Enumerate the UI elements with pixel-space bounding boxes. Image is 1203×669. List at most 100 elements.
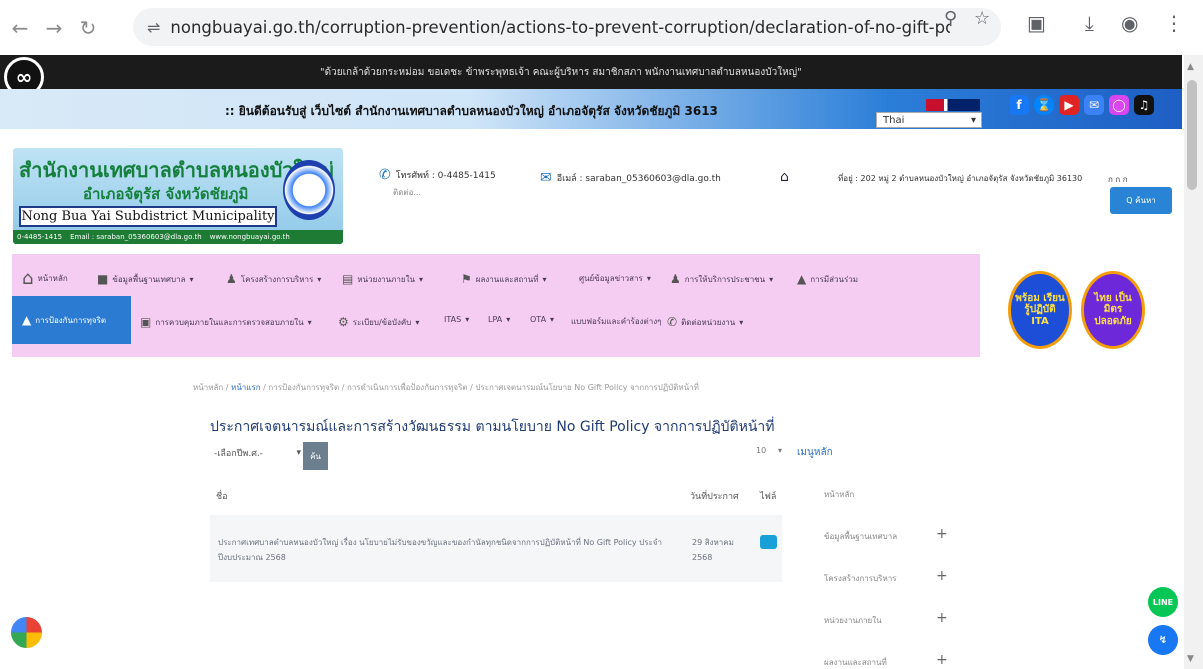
row-date: 29 สิงหาคม 2568 <box>692 538 734 563</box>
address-bar[interactable]: ⇌ nongbuayai.go.th/corruption-prevention… <box>133 8 1001 46</box>
welcome-marquee: :: ยินดีต้อนรับสู่ เว็บไซต์ สำนักงานเทศบ… <box>225 104 718 118</box>
expand-plus-icon[interactable]: + <box>936 652 948 668</box>
download-file-icon[interactable] <box>760 535 777 549</box>
menu-item-regulations[interactable]: ⚙ ระเบียบ/ข้อบังคับ ▾ <box>338 315 419 329</box>
phone-icon: ✆ <box>379 167 391 183</box>
envelope-icon: ✉ <box>540 170 552 186</box>
bookmark-star-icon[interactable]: ☆ <box>974 8 990 29</box>
language-select[interactable]: Thai ▾ <box>876 112 982 128</box>
home-icon[interactable]: ⌂ <box>780 169 789 185</box>
filter-button[interactable]: ค้น <box>303 442 328 470</box>
sidebar-item-basic-info[interactable]: ข้อมูลพื้นฐานเทศบาล <box>824 530 897 543</box>
row-name[interactable]: ประกาศเทศบาลตำบลหนองบัวใหญ่ เรื่อง นโยบา… <box>218 535 678 565</box>
menu-item-services[interactable]: ♟ การให้บริการประชาชน ▾ <box>670 272 773 286</box>
menu-item-info-center[interactable]: ศูนย์ข้อมูลข่าวสาร ▾ <box>579 272 651 285</box>
header-address: ที่อยู่ : 202 หมู่ 2 ตำบลหนองบัวใหญ่ อำเ… <box>838 174 1083 183</box>
breadcrumb-item[interactable]: หน้าแรก <box>231 383 261 392</box>
main-menu <box>12 254 980 357</box>
instagram-icon[interactable]: ◯ <box>1109 95 1129 115</box>
line-chat-icon[interactable]: LINE <box>1148 587 1178 617</box>
menu-item-home[interactable]: ⌂ หน้าหลัก <box>22 268 68 289</box>
expand-plus-icon[interactable]: + <box>936 526 948 542</box>
page-title: ประกาศเจตนารมณ์และการสร้างวัฒนธรรม ตามนโ… <box>210 419 775 435</box>
tiktok-icon[interactable]: ♫ <box>1134 95 1154 115</box>
menu-item-basic-info[interactable]: ■ ข้อมูลพื้นฐานเทศบาล ▾ <box>97 272 193 286</box>
chevron-down-icon: ▾ <box>189 274 194 284</box>
header-phone: ✆ โทรศัพท์ : 0-4485-1415 <box>379 167 496 183</box>
menu-item-internal-control[interactable]: ▣ การควบคุมภายในและการตรวจสอบภายใน ▾ <box>140 315 312 329</box>
ita-badge[interactable]: พร้อม เรียนรู้ปฏิบัติ ITA <box>1008 271 1072 349</box>
breadcrumb-item[interactable]: การป้องกันการทุจริต <box>268 383 339 392</box>
menu-item-works[interactable]: ⚑ ผลงานและสถานที่ ▾ <box>461 272 547 286</box>
header-email: ✉ อีเมล์ : saraban_05360603@dla.go.th <box>540 170 721 186</box>
person-icon: ▲ <box>22 313 32 327</box>
menu-item-ota[interactable]: OTA ▾ <box>530 315 554 324</box>
search-button[interactable]: Q ค้นหา <box>1110 187 1172 214</box>
facebook-icon[interactable]: f <box>1009 95 1029 115</box>
forward-icon[interactable]: → <box>40 14 68 42</box>
gear-icon: ⚙ <box>338 315 349 329</box>
menu-item-departments[interactable]: ▤ หน่วยงานภายใน ▾ <box>342 272 423 286</box>
header-home[interactable]: ⌂ <box>780 169 789 185</box>
reload-icon[interactable]: ↻ <box>74 14 102 42</box>
person-icon: ▲ <box>797 272 807 286</box>
year-filter-select[interactable]: -เลือกปีพ.ศ.- ▾ <box>210 442 305 464</box>
expand-plus-icon[interactable]: + <box>936 610 948 626</box>
back-icon[interactable]: ← <box>6 14 34 42</box>
scroll-up-icon[interactable]: ▲ <box>1187 62 1194 72</box>
safe-thailand-badge[interactable]: ไทย เป็นมิตร ปลอดภัย <box>1081 271 1145 349</box>
chevron-down-icon: ▾ <box>418 274 423 284</box>
zoom-icon[interactable]: ⚲ <box>944 8 957 29</box>
menu-item-structure[interactable]: ♟ โครงสร้างการบริหาร ▾ <box>226 272 321 286</box>
expand-plus-icon[interactable]: + <box>936 568 948 584</box>
phone-icon: ✆ <box>667 315 678 329</box>
sidebar-item-works[interactable]: ผลงานและสถานที่ <box>824 656 887 669</box>
messenger-social-icon[interactable]: ⌛ <box>1034 95 1054 115</box>
youtube-icon[interactable]: ▶ <box>1059 95 1079 115</box>
chevron-down-icon: ▾ <box>506 315 511 324</box>
mourning-text: "ด้วยเกล้าด้วยกระหม่อม ขอเดชะ ข้าพระพุทธ… <box>320 67 802 78</box>
logo-phone: 0-4485-1415 <box>17 233 63 241</box>
column-header-file: ไฟล์ <box>760 492 777 502</box>
language-flags-icon[interactable] <box>926 99 980 111</box>
menu-item-forms[interactable]: แบบฟอร์มและคำร้องต่างๆ <box>571 315 661 328</box>
users-icon: ♟ <box>670 272 681 286</box>
sidebar-item-home[interactable]: หน้าหลัก <box>824 488 854 501</box>
menu-item-itas[interactable]: ITAS ▾ <box>444 315 469 324</box>
municipality-logo-banner[interactable]: สำนักงานเทศบาลตำบลหนองบัวใหญ่ อำเภอจัตุร… <box>13 148 343 244</box>
chevron-down-icon: ▾ <box>296 448 301 458</box>
sidebar-title: เมนูหลัก <box>797 447 833 458</box>
menu-item-participation[interactable]: ▲ การมีส่วนร่วม <box>797 272 858 286</box>
document-icon: ▣ <box>140 315 152 329</box>
scroll-down-icon[interactable]: ▼ <box>1187 654 1194 664</box>
people-icon: ♟ <box>226 272 237 286</box>
url-text[interactable]: nongbuayai.go.th/corruption-prevention/a… <box>170 18 950 37</box>
breadcrumb-item[interactable]: หน้าหลัก <box>193 383 223 392</box>
sidebar-item-departments[interactable]: หน่วยงานภายใน <box>824 614 882 627</box>
per-page-select[interactable]: 10 ▾ <box>756 446 782 455</box>
site-settings-icon[interactable]: ⇌ <box>147 18 160 37</box>
column-header-date: วันที่ประกาศ <box>690 492 739 502</box>
reader-mode-icon[interactable]: ▣ <box>1027 11 1046 35</box>
menu-item-anti-corruption[interactable]: ▲ การป้องกันการทุจริต <box>12 296 131 344</box>
breadcrumb-item[interactable]: การดำเนินการเพื่อป้องกันการทุจริต <box>347 383 468 392</box>
menu-item-lpa[interactable]: LPA ▾ <box>488 315 510 324</box>
chevron-down-icon: ▾ <box>739 317 744 327</box>
profile-icon[interactable]: ◉ <box>1121 11 1138 35</box>
menu-item-contact[interactable]: ✆ ติดต่อหน่วยงาน ▾ <box>667 315 743 329</box>
chevron-down-icon: ▾ <box>307 317 312 327</box>
font-size-control[interactable]: ก ก ก <box>1108 173 1128 186</box>
email-social-icon[interactable]: ✉ <box>1084 95 1104 115</box>
building-icon: ▤ <box>342 272 354 286</box>
accessibility-widget-icon[interactable] <box>11 617 42 648</box>
download-icon[interactable]: ⤓ <box>1085 11 1094 35</box>
column-header-name: ชื่อ <box>216 492 228 502</box>
sidebar-item-structure[interactable]: โครงสร้างการบริหาร <box>824 572 897 585</box>
scrollbar-thumb[interactable] <box>1187 80 1197 190</box>
logo-title-en: Nong Bua Yai Subdistrict Municipality <box>19 206 277 227</box>
chevron-down-icon: ▾ <box>542 274 547 284</box>
more-menu-icon[interactable]: ⋮ <box>1164 11 1184 35</box>
messenger-chat-icon[interactable]: ↯ <box>1148 625 1178 655</box>
folder-icon: ■ <box>97 272 109 286</box>
flag-icon: ⚑ <box>461 272 472 286</box>
